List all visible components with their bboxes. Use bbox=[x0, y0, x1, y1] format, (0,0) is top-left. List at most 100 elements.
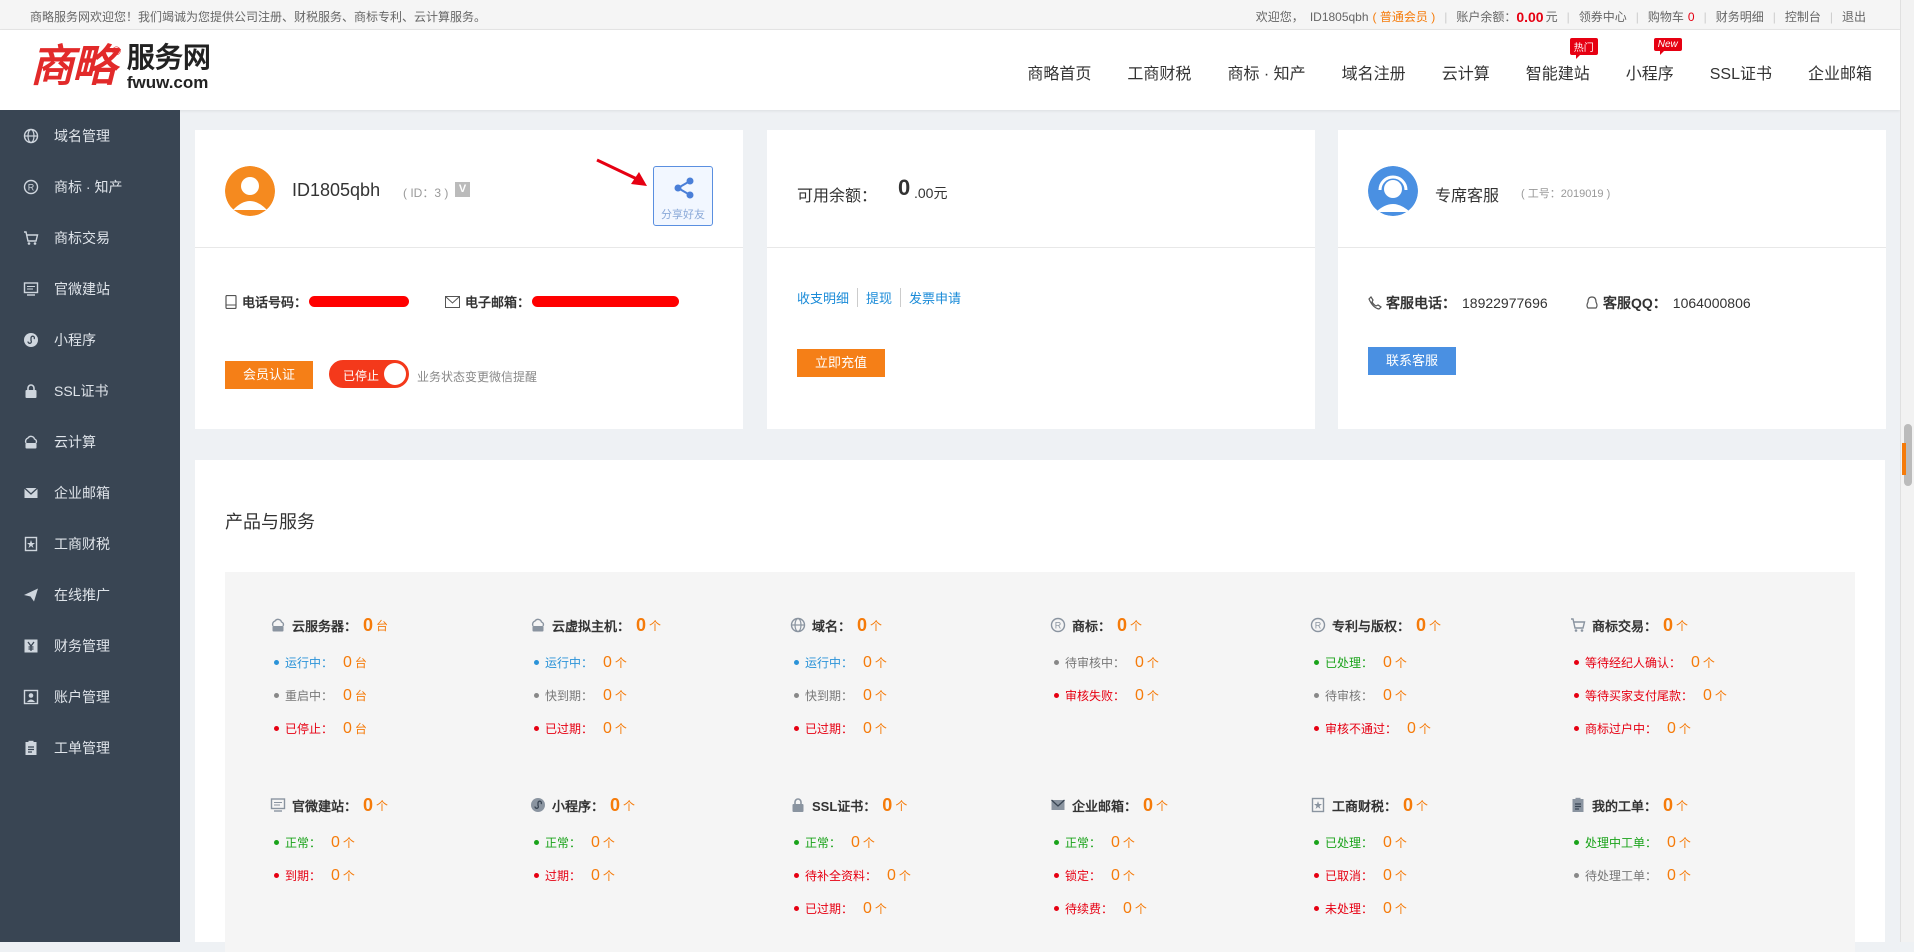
product-status-row[interactable]: 已处理： 0 个 bbox=[1314, 646, 1550, 679]
status-unit: 个 bbox=[1678, 836, 1691, 850]
product-status-row[interactable]: 待补全资料： 0 个 bbox=[794, 859, 1030, 892]
product-status-row[interactable]: 审核不通过： 0 个 bbox=[1314, 712, 1550, 745]
nav-item[interactable]: 商标 · 知产 bbox=[1227, 60, 1305, 84]
product-status-row[interactable]: 处理中工单： 0 个 bbox=[1574, 826, 1810, 859]
nav-item[interactable]: 小程序 New bbox=[1626, 38, 1682, 84]
status-value: 0 bbox=[343, 686, 352, 704]
product-status-row[interactable]: 等待买家支付尾款： 0 个 bbox=[1574, 679, 1810, 712]
recharge-button[interactable]: 立即充值 bbox=[797, 349, 885, 377]
nav-item[interactable]: 云计算 bbox=[1442, 60, 1490, 84]
product-status-row[interactable]: 运行中： 0 台 bbox=[274, 646, 510, 679]
sidebar-item[interactable]: 官微建站 bbox=[0, 263, 180, 314]
status-value: 0 bbox=[603, 653, 612, 671]
product-status-row[interactable]: 已取消： 0 个 bbox=[1314, 859, 1550, 892]
product-header[interactable]: R 专利与版权： 0 个 bbox=[1310, 612, 1550, 638]
status-dot bbox=[274, 840, 279, 845]
product-status-row[interactable]: 快到期： 0 个 bbox=[534, 679, 770, 712]
logout-link[interactable]: 退出 bbox=[1842, 8, 1866, 25]
product-status-row[interactable]: 未处理： 0 个 bbox=[1314, 892, 1550, 925]
product-status-row[interactable]: 正常： 0 个 bbox=[274, 826, 510, 859]
product-header[interactable]: 域名： 0 个 bbox=[790, 612, 1030, 638]
product-status-row[interactable]: 锁定： 0 个 bbox=[1054, 859, 1290, 892]
vip-badge: V bbox=[455, 182, 470, 197]
share-label: 分享好友 bbox=[661, 209, 705, 221]
product-header[interactable]: 工商财税： 0 个 bbox=[1310, 792, 1550, 818]
nav-item[interactable]: SSL证书 bbox=[1710, 60, 1772, 84]
sidebar-item[interactable]: 工单管理 bbox=[0, 722, 180, 773]
nav-item[interactable]: 域名注册 bbox=[1342, 60, 1406, 84]
product-status-row[interactable]: 快到期： 0 个 bbox=[794, 679, 1030, 712]
product-status-row[interactable]: 待审核中： 0 个 bbox=[1054, 646, 1290, 679]
sidebar-item[interactable]: 商标交易 bbox=[0, 212, 180, 263]
sidebar-item[interactable]: 企业邮箱 bbox=[0, 467, 180, 518]
finance-link[interactable]: 财务明细 bbox=[1716, 8, 1764, 25]
yen-icon bbox=[22, 637, 40, 655]
top-username[interactable]: ID1805qbh bbox=[1310, 10, 1369, 24]
service-qq-row: 客服QQ： 1064000806 bbox=[1585, 293, 1751, 313]
nav-item[interactable]: 商略首页 bbox=[1027, 60, 1091, 84]
product-header[interactable]: 商标交易： 0 个 bbox=[1570, 612, 1810, 638]
product-header[interactable]: 云虚拟主机： 0 个 bbox=[530, 612, 770, 638]
product-status-row[interactable]: 等待经纪人确认： 0 个 bbox=[1574, 646, 1810, 679]
sidebar-item[interactable]: 账户管理 bbox=[0, 671, 180, 722]
product-name: 域名： bbox=[812, 618, 852, 634]
sidebar-item[interactable]: 财务管理 bbox=[0, 620, 180, 671]
nav-item[interactable]: 智能建站 热门 bbox=[1526, 38, 1598, 84]
sidebar-item[interactable]: 工商财税 bbox=[0, 518, 180, 569]
withdraw-link[interactable]: 提现 bbox=[857, 288, 900, 307]
product-status-row[interactable]: 商标过户中： 0 个 bbox=[1574, 712, 1810, 745]
product-status-row[interactable]: 过期： 0 个 bbox=[534, 859, 770, 892]
product-header[interactable]: SSL证书： 0 个 bbox=[790, 792, 1030, 818]
product-status-row[interactable]: 正常： 0 个 bbox=[1054, 826, 1290, 859]
member-verify-button[interactable]: 会员认证 bbox=[225, 361, 313, 389]
product-status-row[interactable]: 审核失败： 0 个 bbox=[1054, 679, 1290, 712]
scrollbar[interactable] bbox=[1900, 0, 1914, 942]
share-friends-button[interactable]: 分享好友 bbox=[653, 166, 713, 226]
console-link[interactable]: 控制台 bbox=[1785, 8, 1821, 25]
coupon-link[interactable]: 领券中心 bbox=[1579, 8, 1627, 25]
status-label: 快到期： bbox=[545, 689, 594, 703]
cart-link[interactable]: 购物车 bbox=[1648, 8, 1684, 25]
sidebar-item[interactable]: 在线推广 bbox=[0, 569, 180, 620]
product-status-row[interactable]: 重启中： 0 台 bbox=[274, 679, 510, 712]
nav-item[interactable]: 企业邮箱 bbox=[1808, 60, 1872, 84]
site-logo[interactable]: 商略 ® 服务网 fwuw.com bbox=[30, 42, 211, 92]
product-status-row[interactable]: 已过期： 0 个 bbox=[534, 712, 770, 745]
product-header[interactable]: 我的工单： 0 个 bbox=[1570, 792, 1810, 818]
product-status-row[interactable]: 已过期： 0 个 bbox=[794, 892, 1030, 925]
product-status-row[interactable]: 正常： 0 个 bbox=[534, 826, 770, 859]
member-level[interactable]: ( 普通会员 ) bbox=[1373, 8, 1436, 25]
product-status-row[interactable]: 正常： 0 个 bbox=[794, 826, 1030, 859]
product-status-row[interactable]: 到期： 0 个 bbox=[274, 859, 510, 892]
sidebar-item[interactable]: R 商标 · 知产 bbox=[0, 161, 180, 212]
income-expense-link[interactable]: 收支明细 bbox=[797, 288, 857, 307]
product-status-row[interactable]: 已停止： 0 台 bbox=[274, 712, 510, 745]
contact-service-button[interactable]: 联系客服 bbox=[1368, 347, 1456, 375]
sidebar-item[interactable]: 域名管理 bbox=[0, 110, 180, 161]
sidebar-item[interactable]: 云计算 bbox=[0, 416, 180, 467]
product-header[interactable]: 小程序： 0 个 bbox=[530, 792, 770, 818]
product-status-row[interactable]: 运行中： 0 个 bbox=[794, 646, 1030, 679]
sidebar-item[interactable]: 小程序 bbox=[0, 314, 180, 365]
product-status-row[interactable]: 已过期： 0 个 bbox=[794, 712, 1030, 745]
registered-icon: R bbox=[1310, 617, 1326, 633]
product-block: SSL证书： 0 个正常： 0 个待补全资料： 0 个已过期： 0 个 bbox=[790, 792, 1030, 925]
sidebar-item[interactable]: SSL证书 bbox=[0, 365, 180, 416]
product-status-row[interactable]: 待处理工单： 0 个 bbox=[1574, 859, 1810, 892]
product-header[interactable]: 云服务器： 0 台 bbox=[270, 612, 510, 638]
status-unit: 个 bbox=[1714, 689, 1727, 703]
product-status-row[interactable]: 待审核： 0 个 bbox=[1314, 679, 1550, 712]
status-dot bbox=[534, 840, 539, 845]
product-status-row[interactable]: 已处理： 0 个 bbox=[1314, 826, 1550, 859]
wechat-notify-toggle[interactable]: 已停止 bbox=[329, 360, 409, 388]
product-header[interactable]: 官微建站： 0 个 bbox=[270, 792, 510, 818]
divider: | bbox=[1444, 9, 1448, 24]
status-unit: 台 bbox=[354, 689, 367, 703]
product-status-row[interactable]: 待续费： 0 个 bbox=[1054, 892, 1290, 925]
product-header[interactable]: 企业邮箱： 0 个 bbox=[1050, 792, 1290, 818]
cart-count[interactable]: 0 bbox=[1688, 10, 1695, 24]
product-header[interactable]: R 商标： 0 个 bbox=[1050, 612, 1290, 638]
product-status-row[interactable]: 运行中： 0 个 bbox=[534, 646, 770, 679]
invoice-link[interactable]: 发票申请 bbox=[900, 288, 969, 307]
nav-item[interactable]: 工商财税 bbox=[1127, 60, 1191, 84]
